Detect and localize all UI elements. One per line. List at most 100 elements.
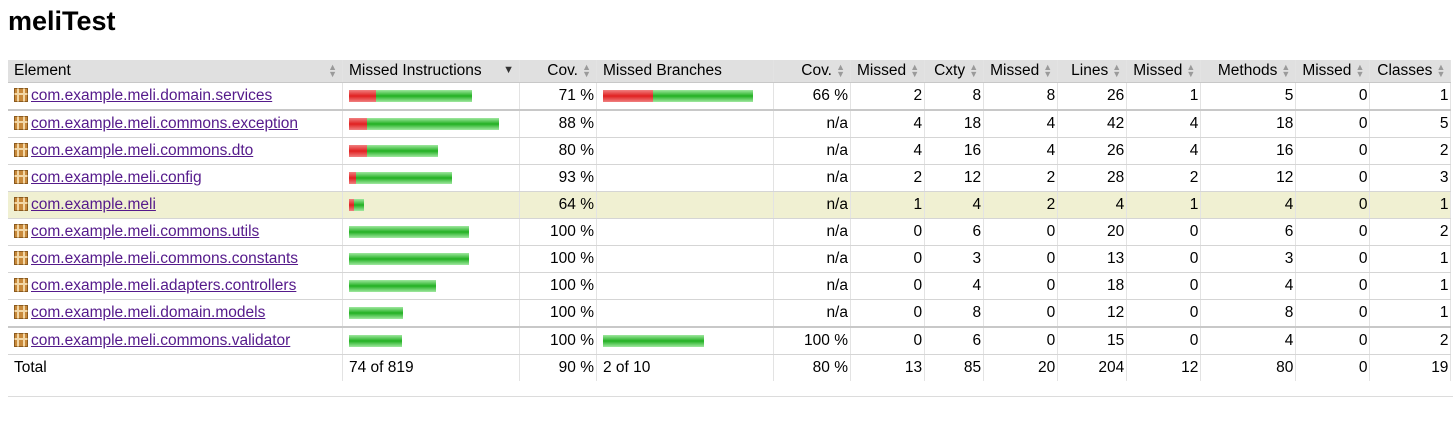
missed-classes: 0 [1295,218,1371,246]
table-row: com.example.meli.adapters.controllers 100… [8,272,1452,300]
header-instruction-coverage[interactable]: Cov. ▲ ▼ [519,60,597,83]
cxty: 4 [924,272,985,300]
missed-classes: 0 [1295,164,1371,192]
instruction-coverage: 93 % [519,164,597,192]
package-link[interactable]: com.example.meli [31,196,156,213]
header-lines[interactable]: Lines ▲ ▼ [1057,60,1128,83]
classes: 1 [1369,272,1452,300]
total-cxty: 85 [924,354,985,381]
lines: 18 [1057,272,1128,300]
missed-cxty: 0 [850,245,926,273]
covered-bar [349,252,469,265]
package-cell: com.example.meli.commons.utils [8,218,343,246]
missed-lines: 0 [983,299,1059,328]
footer-divider [8,396,1453,397]
missed-bar [349,117,367,130]
methods: 12 [1200,164,1297,192]
total-classes: 19 [1369,354,1452,381]
package-link[interactable]: com.example.meli.domain.models [31,304,265,321]
missed-classes: 0 [1295,137,1371,165]
total-methods: 80 [1200,354,1297,381]
package-cell: com.example.meli.commons.dto [8,137,343,165]
cxty: 16 [924,137,985,165]
header-missed-instructions[interactable]: Missed Instructions ▼ [342,60,520,83]
lines: 20 [1057,218,1128,246]
sort-icon: ▲ ▼ [1043,62,1053,79]
header-missed-lines[interactable]: Missed ▲ ▼ [983,60,1059,83]
package-link[interactable]: com.example.meli.commons.dto [31,142,253,159]
missed-methods: 2 [1126,164,1202,192]
total-instruction-coverage: 90 % [519,354,597,381]
sort-icon: ▲ ▼ [1186,62,1196,79]
header-missed-classes[interactable]: Missed ▲ ▼ [1295,60,1371,83]
branches-bar-cell [596,272,774,300]
page-title: meliTest [8,6,116,36]
package-link[interactable]: com.example.meli.commons.utils [31,223,259,240]
instruction-coverage: 100 % [519,272,597,300]
header-missed-cxty[interactable]: Missed ▲ ▼ [850,60,926,83]
package-link[interactable]: com.example.meli.commons.exception [31,115,298,132]
missed-classes: 0 [1295,110,1371,138]
package-icon [14,305,28,319]
covered-bar [354,198,364,211]
sort-icon: ▲ ▼ [1281,62,1291,79]
missed-lines: 8 [983,82,1059,111]
package-link[interactable]: com.example.meli.adapters.controllers [31,277,296,294]
sort-desc-icon: ▼ [503,64,514,76]
branches-bar-cell [596,110,774,138]
classes: 3 [1369,164,1452,192]
header-element[interactable]: Element ▲ ▼ [8,60,343,83]
branch-coverage: n/a [773,110,851,138]
table-row: com.example.meli.commons.exception 88 % n/… [8,110,1452,138]
missed-methods: 1 [1126,191,1202,219]
classes: 1 [1369,245,1452,273]
lines: 12 [1057,299,1128,328]
missed-methods: 0 [1126,299,1202,328]
branch-coverage: 100 % [773,327,851,355]
sort-icon: ▲ ▼ [1112,62,1122,79]
missed-methods: 0 [1126,272,1202,300]
instructions-bar-cell [342,218,520,246]
header-branch-coverage[interactable]: Cov. ▲ ▼ [773,60,851,83]
missed-lines: 4 [983,137,1059,165]
package-cell: com.example.meli.commons.constants [8,245,343,273]
classes: 2 [1369,137,1452,165]
cxty: 6 [924,327,985,355]
lines: 28 [1057,164,1128,192]
branches-bar-cell [596,82,774,111]
header-methods[interactable]: Methods ▲ ▼ [1200,60,1297,83]
package-cell: com.example.meli.commons.validator [8,327,343,355]
missed-cxty: 0 [850,327,926,355]
table-row: com.example.meli.domain.models 100 % n/a 0 8… [8,299,1452,328]
package-link[interactable]: com.example.meli.domain.services [31,87,272,104]
table-row: com.example.meli.commons.dto 80 % n/a 4 16 4 2… [8,137,1452,165]
cxty: 18 [924,110,985,138]
header-classes[interactable]: Classes ▲ ▼ [1369,60,1452,83]
package-link[interactable]: com.example.meli.commons.constants [31,250,298,267]
total-branches: 2 of 10 [596,354,774,381]
missed-bar [349,89,376,102]
package-link[interactable]: com.example.meli.config [31,169,202,186]
header-cxty[interactable]: Cxty ▲ ▼ [924,60,985,83]
methods: 4 [1200,191,1297,219]
covered-bar [367,117,499,130]
branches-bar-cell [596,164,774,192]
covered-bar [653,89,753,102]
classes: 2 [1369,218,1452,246]
branch-coverage: 66 % [773,82,851,111]
methods: 8 [1200,299,1297,328]
header-missed-branches[interactable]: Missed Branches [596,60,774,83]
package-cell: com.example.meli.config [8,164,343,192]
package-link[interactable]: com.example.meli.commons.validator [31,332,290,349]
branch-coverage: n/a [773,218,851,246]
total-missed-classes: 0 [1295,354,1371,381]
missed-cxty: 0 [850,299,926,328]
package-icon [14,333,28,347]
branches-bar-cell [596,245,774,273]
sort-icon: ▲ ▼ [1355,62,1365,79]
sort-icon: ▲ ▼ [969,62,979,79]
missed-cxty: 4 [850,110,926,138]
header-missed-methods[interactable]: Missed ▲ ▼ [1126,60,1202,83]
classes: 1 [1369,82,1452,111]
cxty: 3 [924,245,985,273]
